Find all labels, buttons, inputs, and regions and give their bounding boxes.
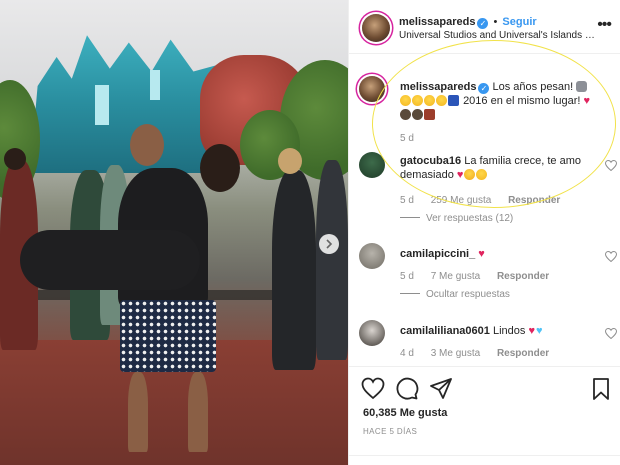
photo-man-head <box>130 124 164 166</box>
comment-likes[interactable]: 7 Me gusta <box>431 271 480 282</box>
post-photo[interactable] <box>0 0 348 465</box>
comment-item: camilapiccini_ ♥ 5 d 7 Me gusta Responde… <box>359 243 617 303</box>
photo-person-head <box>278 148 302 174</box>
replies-line <box>400 293 420 294</box>
post-location[interactable]: Universal Studios and Universal's Island… <box>399 30 599 41</box>
reply-button[interactable]: Responder <box>497 348 549 359</box>
heart-icon[interactable] <box>361 377 385 401</box>
share-icon[interactable] <box>429 377 453 401</box>
sweat-smile-emoji <box>476 169 488 180</box>
laugh-emoji <box>424 95 435 106</box>
elephant-emoji <box>576 81 588 92</box>
comment-bar <box>349 455 620 465</box>
next-arrow-icon[interactable] <box>319 234 339 254</box>
back-arrow-emoji <box>448 95 459 106</box>
post-timestamp: HACE 5 DÍAS <box>363 427 418 436</box>
laugh-emoji <box>436 95 447 106</box>
comment-username[interactable]: melissapareds <box>400 81 476 93</box>
comment-avatar[interactable] <box>359 152 385 178</box>
photo-castle-window <box>95 85 109 125</box>
emoji <box>400 109 411 120</box>
heart-icon[interactable] <box>605 328 617 339</box>
comment-username[interactable]: gatocuba16 <box>400 155 461 167</box>
author-username[interactable]: melissapareds <box>399 16 475 28</box>
comment-text: melissapareds ✓ Los años pesan! 2016 en e… <box>400 80 595 122</box>
comment-meta: 4 d 3 Me gusta Responder <box>400 348 563 359</box>
photo-person <box>316 160 348 360</box>
comment-time: 4 d <box>400 348 414 359</box>
photo-man-leg <box>128 372 148 452</box>
laugh-emoji <box>400 95 411 106</box>
red-heart-emoji: ♥ <box>583 95 591 107</box>
post-actions: 60,385 Me gusta HACE 5 DÍAS <box>349 366 620 465</box>
comment-time: 5 d <box>400 195 414 206</box>
verified-icon: ✓ <box>478 83 490 94</box>
reply-button[interactable]: Responder <box>508 195 560 206</box>
comment-avatar[interactable] <box>359 243 385 269</box>
comment-time: 5 d <box>400 133 414 144</box>
laugh-emoji <box>412 95 423 106</box>
comment-meta: 5 d 7 Me gusta Responder <box>400 271 563 282</box>
comment-meta: 5 d 259 Me gusta Responder <box>400 195 574 206</box>
comment-likes[interactable]: 3 Me gusta <box>431 348 480 359</box>
post-view: melissapareds ✓ • Seguir Universal Studio… <box>0 0 620 465</box>
heart-eyes-emoji <box>464 169 476 180</box>
comment-avatar[interactable] <box>359 76 385 102</box>
hide-replies-label: Ocultar respuestas <box>426 289 510 300</box>
red-heart-emoji: ♥ <box>478 248 485 260</box>
view-replies-label: Ver respuestas (12) <box>426 213 514 224</box>
post-header: melissapareds ✓ • Seguir Universal Studio… <box>349 0 620 54</box>
hide-replies-button[interactable]: Ocultar respuestas <box>400 289 510 300</box>
photo-man-leg <box>188 372 208 452</box>
header-line: melissapareds ✓ • Seguir <box>399 16 537 29</box>
photo-woman-body <box>20 230 200 290</box>
blue-heart-emoji: ♥ <box>535 325 543 337</box>
emoji <box>412 109 423 120</box>
comment-body: Los años pesan! <box>492 81 574 93</box>
comment-likes[interactable]: 259 Me gusta <box>431 195 492 206</box>
comment-username[interactable]: camilapiccini_ <box>400 248 475 260</box>
photo-castle-window <box>150 70 160 100</box>
comment-text: camilaliliana0601 Lindos ♥♥ <box>400 324 595 338</box>
verified-icon: ✓ <box>477 18 489 29</box>
comment-meta: 5 d <box>400 133 428 144</box>
comment-time: 5 d <box>400 271 414 282</box>
comment-item: camilaliliana0601 Lindos ♥♥ 4 d 3 Me gus… <box>359 320 617 364</box>
view-replies-button[interactable]: Ver respuestas (12) <box>400 213 513 224</box>
comment-body: Lindos <box>492 325 526 337</box>
photo-woman-head <box>200 144 240 192</box>
bookmark-icon[interactable] <box>589 377 613 401</box>
comment-item: gatocuba16 La familia crece, te amo dema… <box>359 152 617 232</box>
author-avatar[interactable] <box>362 14 390 42</box>
replies-line <box>400 217 420 218</box>
separator-dot: • <box>493 16 498 28</box>
red-heart-emoji: ♥ <box>528 325 535 337</box>
photo-man-shorts <box>120 300 216 372</box>
reply-button[interactable]: Responder <box>497 271 549 282</box>
post-likes[interactable]: 60,385 Me gusta <box>363 407 447 419</box>
comment-avatar[interactable] <box>359 320 385 346</box>
comment-icon[interactable] <box>395 377 419 401</box>
photo-person-head <box>4 148 26 170</box>
comment-username[interactable]: camilaliliana0601 <box>400 325 490 337</box>
photo-person <box>272 170 316 370</box>
comment-body-2: 2016 en el mismo lugar! <box>463 95 581 107</box>
comment-text: gatocuba16 La familia crece, te amo dema… <box>400 154 595 182</box>
post-side-panel: melissapareds ✓ • Seguir Universal Studio… <box>348 0 620 465</box>
more-icon[interactable]: ••• <box>597 16 612 34</box>
heart-icon[interactable] <box>605 251 617 262</box>
heart-icon[interactable] <box>605 160 617 171</box>
red-heart-emoji: ♥ <box>456 169 464 181</box>
caption-comment: melissapareds ✓ Los años pesan! 2016 en e… <box>359 76 617 146</box>
comment-text: camilapiccini_ ♥ <box>400 247 595 261</box>
follow-button[interactable]: Seguir <box>502 16 536 28</box>
emoji <box>424 109 435 120</box>
